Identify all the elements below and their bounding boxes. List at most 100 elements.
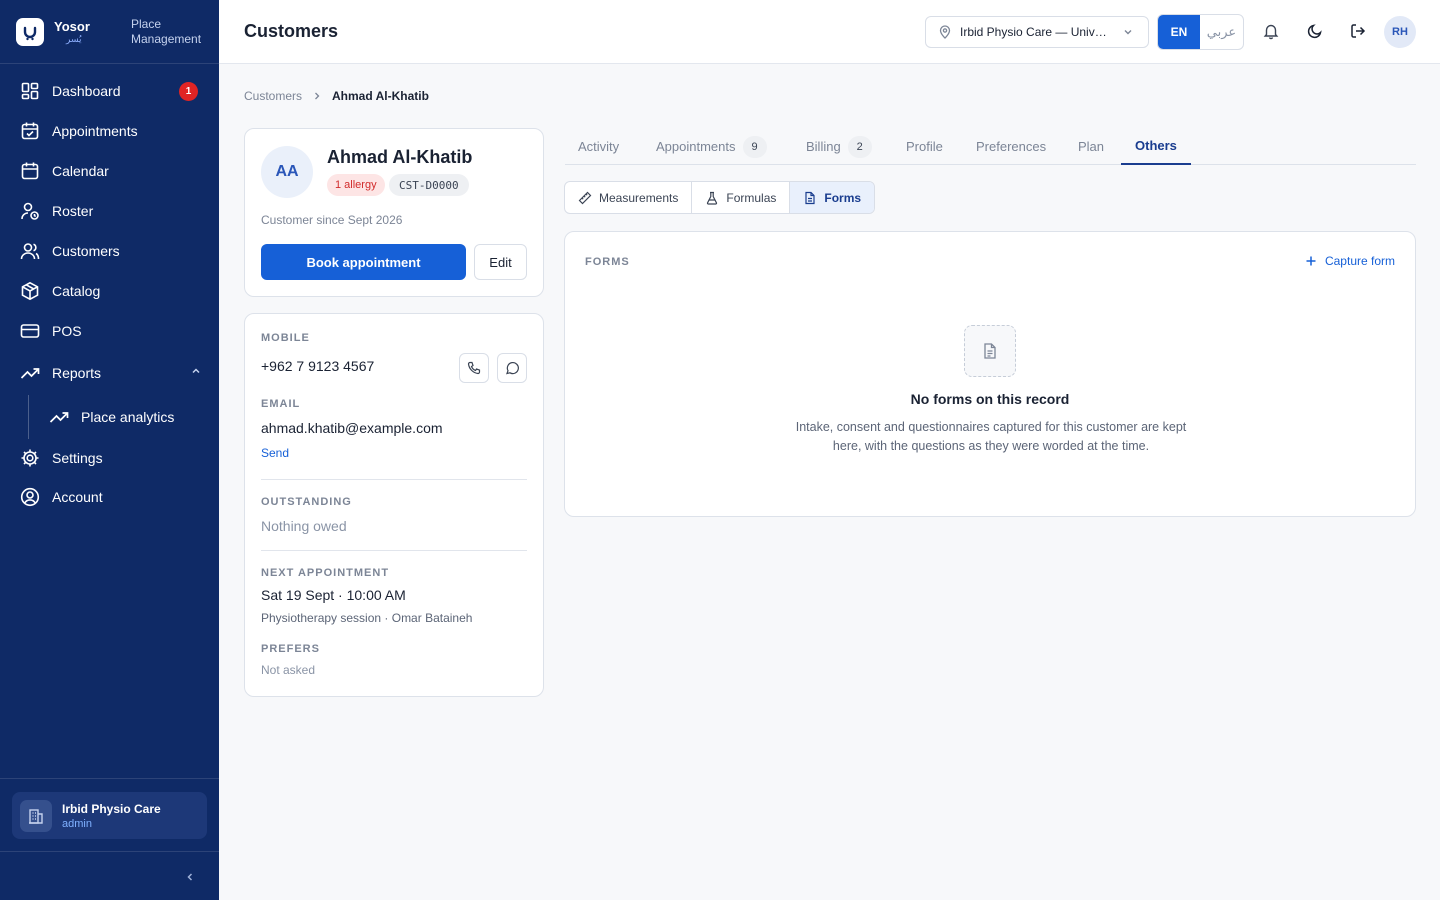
- chevron-left-icon[interactable]: [184, 871, 196, 883]
- bell-icon[interactable]: [1262, 22, 1280, 40]
- brand-name-ar: يُسر: [66, 33, 82, 44]
- sidebar-item-pos[interactable]: POS: [0, 311, 219, 351]
- page-title: Customers: [244, 21, 339, 41]
- calendar-check-icon: [21, 122, 39, 140]
- tab-activity[interactable]: Activity: [578, 128, 619, 165]
- others-subtabs: Measurements Formulas Forms: [564, 181, 876, 214]
- user-circle-icon: [20, 487, 40, 507]
- sidebar-item-calendar[interactable]: Calendar: [0, 151, 219, 191]
- customer-details-card: MOBILE +962 7 9123 4567 EMAIL ahmad.khat…: [244, 313, 544, 697]
- map-pin-icon: [939, 25, 951, 39]
- subtab-label: Measurements: [599, 190, 679, 205]
- forms-section-title: FORMS: [585, 256, 630, 268]
- empty-document-icon: [964, 325, 1016, 377]
- sidebar-item-customers[interactable]: Customers: [0, 231, 219, 271]
- moon-icon[interactable]: [1306, 22, 1324, 40]
- language-toggle: EN عربي: [1157, 14, 1244, 50]
- tab-preferences[interactable]: Preferences: [976, 128, 1046, 165]
- sidebar-item-place-analytics[interactable]: Place analytics: [0, 395, 219, 439]
- sidebar-item-label: Place analytics: [81, 409, 175, 425]
- brand-name-en: Yosor: [54, 18, 90, 34]
- subtab-forms[interactable]: Forms: [790, 182, 875, 213]
- sidebar-item-appointments[interactable]: Appointments: [0, 111, 219, 151]
- subtab-measurements[interactable]: Measurements: [565, 182, 693, 213]
- logout-icon[interactable]: [1349, 22, 1367, 40]
- chevron-up-icon[interactable]: [190, 365, 202, 377]
- gear-icon: [21, 449, 39, 467]
- divider: [261, 479, 527, 480]
- capture-form-label: Capture form: [1324, 254, 1395, 268]
- tab-label: Preferences: [976, 139, 1047, 154]
- subtab-label: Formulas: [726, 190, 777, 205]
- place-switcher: Irbid Physio Care admin: [0, 778, 219, 852]
- customer-profile-card: AA Ahmad Al-Khatib 1 allergy CST-D0000 C…: [244, 128, 544, 297]
- notification-badge: 1: [179, 82, 198, 101]
- book-appointment-button[interactable]: Book appointment: [261, 244, 466, 280]
- place-select-value: Irbid Physio Care — University Street: [960, 25, 1110, 39]
- capture-form-button[interactable]: Capture form: [1305, 254, 1395, 268]
- current-place-card[interactable]: Irbid Physio Care admin: [12, 792, 207, 839]
- collapse-row: [0, 851, 219, 900]
- tab-billing[interactable]: Billing 2: [806, 128, 872, 165]
- top-header: Customers Irbid Physio Care — University…: [219, 0, 1440, 64]
- package-icon: [21, 281, 39, 301]
- breadcrumb-current: Ahmad Al-Khatib: [332, 89, 429, 103]
- tab-count: 9: [742, 135, 767, 158]
- credit-card-icon: [20, 324, 40, 338]
- trending-up-icon: [49, 412, 69, 423]
- sidebar-item-label: POS: [52, 323, 82, 339]
- divider: [261, 550, 527, 551]
- plus-icon: [1306, 256, 1316, 266]
- sidebar-item-label: Settings: [52, 450, 103, 466]
- breadcrumb-parent[interactable]: Customers: [244, 89, 302, 103]
- ruler-icon: [578, 191, 592, 204]
- yosor-logo-icon: [16, 17, 44, 46]
- allergy-badge[interactable]: 1 allergy: [327, 174, 385, 196]
- next-appointment-when[interactable]: Sat 19 Sept · 10:00 AM: [261, 587, 406, 603]
- prefers-value: Not asked: [261, 663, 316, 677]
- place-select[interactable]: Irbid Physio Care — University Street: [925, 16, 1149, 48]
- tab-plan[interactable]: Plan: [1078, 128, 1104, 165]
- send-email-link[interactable]: Send: [261, 446, 289, 460]
- message-circle-icon: [506, 361, 519, 375]
- sidebar-item-account[interactable]: Account: [0, 477, 219, 517]
- sidebar-item-label: Customers: [52, 243, 120, 259]
- sidebar-item-catalog[interactable]: Catalog: [0, 271, 219, 311]
- outstanding-label: OUTSTANDING: [261, 496, 352, 508]
- empty-state-description: Intake, consent and questionnaires captu…: [795, 420, 1187, 453]
- subtab-formulas[interactable]: Formulas: [692, 182, 791, 213]
- tab-profile[interactable]: Profile: [906, 128, 943, 165]
- forms-card: FORMS Capture form No forms on this reco…: [564, 231, 1416, 517]
- sidebar-item-settings[interactable]: Settings: [0, 439, 219, 477]
- brand-subtitle: Place Management: [131, 17, 201, 47]
- users-icon: [20, 243, 40, 260]
- place-role: admin: [62, 817, 92, 830]
- customer-since: Customer since Sept 2026: [261, 213, 403, 227]
- tab-label: Appointments: [656, 139, 736, 154]
- sidebar-item-roster[interactable]: Roster: [0, 191, 219, 231]
- calendar-icon: [21, 162, 39, 180]
- phone-icon: [467, 361, 481, 375]
- mobile-value: +962 7 9123 4567: [261, 358, 375, 374]
- tab-label: Plan: [1078, 139, 1105, 154]
- submenu-line: [28, 395, 29, 439]
- call-button[interactable]: [459, 353, 489, 383]
- brand-subtitle-line2: Management: [131, 32, 202, 46]
- user-avatar[interactable]: RH: [1384, 16, 1416, 48]
- sidebar-nav: Dashboard 1 Appointments Calendar Roster…: [0, 71, 219, 517]
- email-value: ahmad.khatib@example.com: [261, 420, 443, 436]
- lang-ar-button[interactable]: عربي: [1200, 15, 1243, 49]
- tab-others[interactable]: Others: [1121, 128, 1191, 165]
- lang-en-button[interactable]: EN: [1158, 15, 1200, 49]
- sidebar-item-label: Appointments: [52, 123, 138, 139]
- message-button[interactable]: [497, 353, 527, 383]
- tab-appointments[interactable]: Appointments 9: [656, 128, 767, 165]
- sidebar-item-label: Catalog: [52, 283, 101, 299]
- building-icon: [20, 799, 52, 832]
- sidebar-item-reports[interactable]: Reports: [0, 351, 219, 395]
- sidebar-item-dashboard[interactable]: Dashboard 1: [0, 71, 219, 111]
- sidebar-item-label: Reports: [52, 365, 102, 381]
- edit-button[interactable]: Edit: [474, 244, 527, 280]
- mobile-label: MOBILE: [261, 332, 310, 344]
- tab-count: 2: [847, 135, 872, 158]
